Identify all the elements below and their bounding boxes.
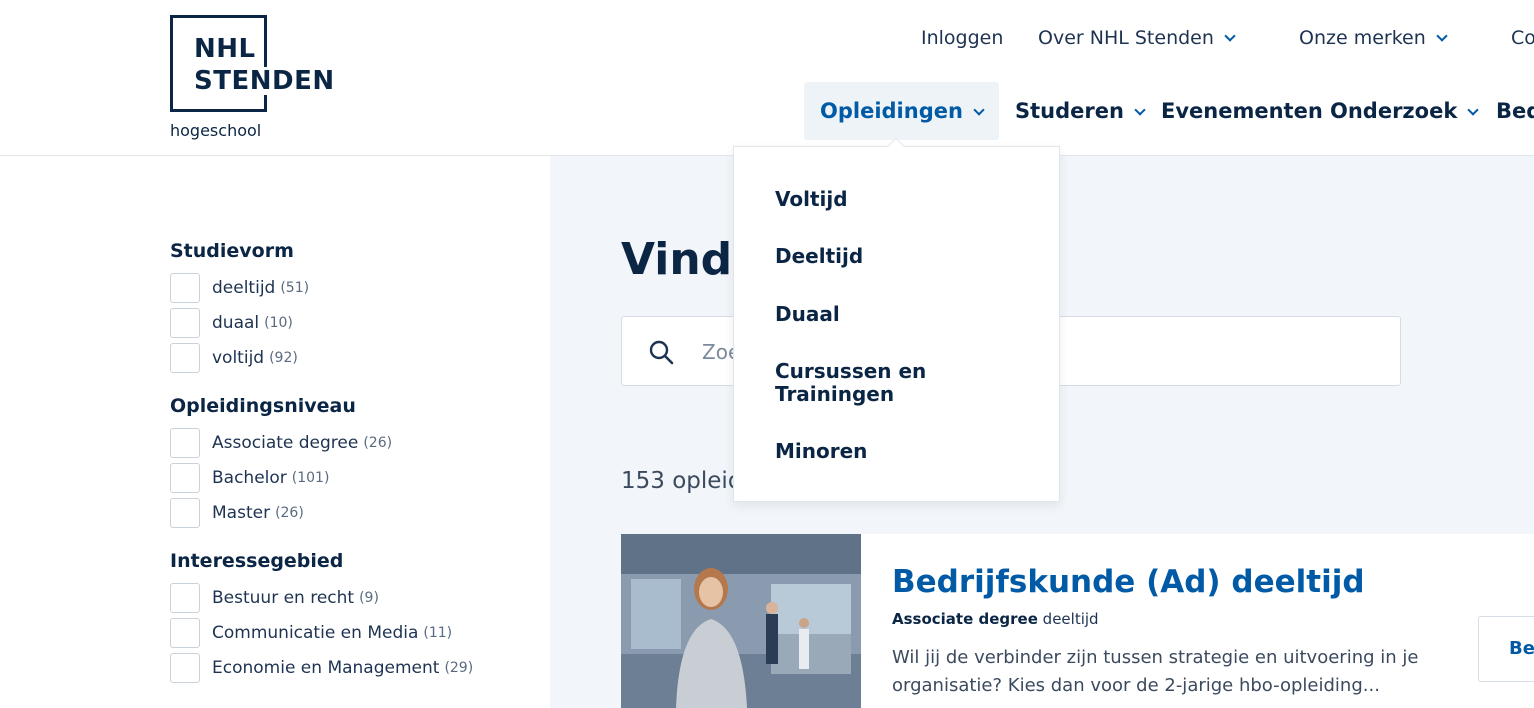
filter-count: (9) bbox=[359, 589, 379, 606]
topnav-login[interactable]: Inloggen bbox=[921, 27, 1003, 49]
checkbox[interactable] bbox=[170, 307, 200, 338]
topnav-onze-merken[interactable]: Onze merken bbox=[1299, 27, 1448, 49]
topnav-merken-label: Onze merken bbox=[1299, 27, 1426, 49]
top-nav: Inloggen Over NHL Stenden Onze merken Co bbox=[0, 27, 1534, 53]
topnav-over-label: Over NHL Stenden bbox=[1038, 27, 1214, 49]
nav-opleidingen-label: Opleidingen bbox=[820, 99, 963, 123]
filter-label: deeltijd bbox=[212, 277, 276, 298]
checkbox[interactable] bbox=[170, 342, 200, 373]
nav-evenementen[interactable]: Evenementen bbox=[1161, 82, 1323, 140]
filter-option[interactable]: Bestuur en recht (9) bbox=[170, 580, 530, 615]
filter-label: duaal bbox=[212, 312, 260, 333]
course-description: Wil jij de verbinder zijn tussen strateg… bbox=[892, 647, 1419, 696]
main-nav: Opleidingen Studeren Evenementen Onderzo… bbox=[0, 82, 1534, 140]
nav-studeren[interactable]: Studeren bbox=[1015, 82, 1146, 140]
filter-count: (11) bbox=[423, 624, 453, 641]
filter-option[interactable]: Communicatie en Media (11) bbox=[170, 615, 530, 650]
filter-option[interactable]: voltijd (92) bbox=[170, 340, 530, 375]
filter-option[interactable]: Economie en Management (29) bbox=[170, 650, 530, 685]
topnav-login-label: Inloggen bbox=[921, 27, 1004, 49]
dropdown-item-cursussen[interactable]: Cursussen en Trainingen bbox=[775, 360, 975, 406]
checkbox[interactable] bbox=[170, 652, 200, 683]
filter-sidebar: Studievorm deeltijd (51) duaal (10) voltij… bbox=[170, 240, 530, 685]
topnav-contact[interactable]: Co bbox=[1511, 27, 1534, 49]
course-action-button[interactable]: Be bbox=[1478, 616, 1534, 682]
chevron-down-icon bbox=[1224, 30, 1236, 42]
filter-label: Bestuur en recht bbox=[212, 587, 355, 608]
chevron-down-icon bbox=[1436, 30, 1448, 42]
search-icon[interactable] bbox=[648, 339, 674, 365]
checkbox[interactable] bbox=[170, 427, 200, 458]
course-title[interactable]: Bedrijfskunde (Ad) deeltijd bbox=[892, 564, 1365, 600]
checkbox[interactable] bbox=[170, 582, 200, 613]
checkbox[interactable] bbox=[170, 617, 200, 648]
course-level: Associate degree bbox=[892, 610, 1038, 628]
nav-bedrijven[interactable]: Bed bbox=[1496, 82, 1534, 140]
nav-bedrijven-label: Bed bbox=[1496, 99, 1534, 123]
topnav-contact-label: Co bbox=[1511, 27, 1534, 49]
filter-label: Economie en Management bbox=[212, 657, 440, 678]
checkbox[interactable] bbox=[170, 497, 200, 528]
course-card[interactable]: Bedrijfskunde (Ad) deeltijd Associate de… bbox=[621, 534, 1534, 708]
dropdown-item-deeltijd[interactable]: Deeltijd bbox=[775, 245, 975, 268]
filter-group-title: Opleidingsniveau bbox=[170, 395, 356, 417]
filter-group-opleidingsniveau: Opleidingsniveau Associate degree (26) Ba… bbox=[170, 395, 530, 530]
filter-group-interessegebied: Interessegebied Bestuur en recht (9) Comm… bbox=[170, 550, 530, 685]
filter-group-title: Studievorm bbox=[170, 240, 294, 262]
dropdown-item-duaal[interactable]: Duaal bbox=[775, 303, 975, 326]
checkbox[interactable] bbox=[170, 462, 200, 493]
chevron-down-icon bbox=[973, 104, 985, 116]
nav-opleidingen[interactable]: Opleidingen bbox=[804, 82, 999, 140]
filter-group-title: Interessegebied bbox=[170, 550, 344, 572]
filter-label: Bachelor bbox=[212, 467, 287, 488]
dropdown-item-minoren[interactable]: Minoren bbox=[775, 440, 975, 463]
filter-count: (92) bbox=[269, 349, 298, 366]
result-count: 153 opleid bbox=[621, 468, 743, 494]
nav-onderzoek-label: Onderzoek bbox=[1330, 99, 1458, 123]
filter-count: (101) bbox=[291, 469, 330, 486]
course-form: deeltijd bbox=[1042, 610, 1099, 628]
nav-evenementen-label: Evenementen bbox=[1161, 99, 1323, 123]
filter-option[interactable]: Associate degree (26) bbox=[170, 425, 530, 460]
filter-option[interactable]: duaal (10) bbox=[170, 305, 530, 340]
course-photo bbox=[621, 534, 861, 708]
filter-label: Communicatie en Media bbox=[212, 622, 419, 643]
filter-count: (10) bbox=[264, 314, 293, 331]
dropdown-item-voltijd[interactable]: Voltijd bbox=[775, 188, 975, 211]
filter-count: (26) bbox=[363, 434, 393, 451]
chevron-down-icon bbox=[1134, 104, 1146, 116]
nav-onderzoek[interactable]: Onderzoek bbox=[1330, 82, 1479, 140]
filter-option[interactable]: deeltijd (51) bbox=[170, 270, 530, 305]
filter-count: (29) bbox=[444, 659, 474, 676]
filter-count: (51) bbox=[280, 279, 310, 296]
photo-illustration bbox=[621, 534, 861, 708]
filter-label: voltijd bbox=[212, 347, 265, 368]
topnav-over-nhl-stenden[interactable]: Over NHL Stenden bbox=[1038, 27, 1236, 49]
filter-option[interactable]: Bachelor (101) bbox=[170, 460, 530, 495]
chevron-down-icon bbox=[1467, 104, 1479, 116]
filter-label: Master bbox=[212, 502, 271, 523]
nav-studeren-label: Studeren bbox=[1015, 99, 1124, 123]
opleidingen-dropdown: Voltijd Deeltijd Duaal Cursussen en Trai… bbox=[733, 137, 1060, 502]
filter-count: (26) bbox=[275, 504, 304, 521]
filter-group-studievorm: Studievorm deeltijd (51) duaal (10) voltij… bbox=[170, 240, 530, 375]
course-meta: Associate degree deeltijd bbox=[892, 610, 1099, 628]
site-header: NHL STENDEN hogeschool Inloggen Over NHL… bbox=[0, 0, 1534, 156]
filter-option[interactable]: Master (26) bbox=[170, 495, 530, 530]
filter-label: Associate degree bbox=[212, 432, 359, 453]
checkbox[interactable] bbox=[170, 272, 200, 303]
